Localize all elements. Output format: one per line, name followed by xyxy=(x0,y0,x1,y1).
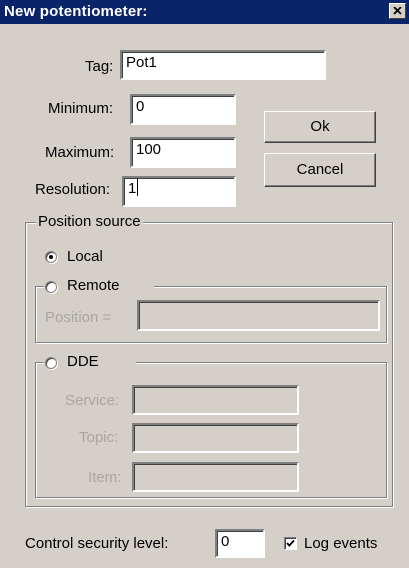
radio-selected-dot xyxy=(49,255,53,259)
dde-radio-label[interactable]: DDE xyxy=(67,353,99,371)
tag-input[interactable]: Pot1 xyxy=(120,50,326,80)
maximum-value: 100 xyxy=(136,141,162,158)
new-potentiometer-dialog: New potentiometer: Tag: Pot1 Minimum: 0 … xyxy=(0,0,409,568)
position-source-legend: Position source xyxy=(36,213,143,231)
resolution-label: Resolution: xyxy=(35,181,111,198)
position-input[interactable] xyxy=(137,300,380,331)
minimum-input[interactable]: 0 xyxy=(130,94,236,125)
maximum-input[interactable]: 100 xyxy=(130,137,236,168)
item-label: Item: xyxy=(88,469,122,486)
local-radio-label[interactable]: Local xyxy=(67,248,103,266)
maximum-label: Maximum: xyxy=(45,144,115,161)
minimum-label: Minimum: xyxy=(48,100,114,117)
position-label: Position = xyxy=(45,309,112,326)
topic-input[interactable] xyxy=(132,423,299,453)
security-level-label: Control security level: xyxy=(25,535,169,552)
minimum-value: 0 xyxy=(136,98,145,115)
service-label: Service: xyxy=(65,392,120,409)
cancel-button[interactable]: Cancel xyxy=(264,153,376,187)
resolution-value: 1 xyxy=(128,180,137,197)
dde-radio[interactable] xyxy=(45,357,57,369)
local-radio[interactable] xyxy=(45,251,57,263)
checkmark-icon xyxy=(286,539,295,547)
security-level-input[interactable]: 0 xyxy=(215,529,265,558)
log-events-checkbox[interactable] xyxy=(284,537,297,550)
tag-label: Tag: xyxy=(85,58,114,75)
text-caret xyxy=(137,179,139,196)
log-events-label[interactable]: Log events xyxy=(304,535,377,553)
topic-label: Topic: xyxy=(79,429,119,446)
tag-value: Pot1 xyxy=(126,54,157,71)
remote-radio[interactable] xyxy=(45,281,57,293)
ok-button[interactable]: Ok xyxy=(264,111,376,143)
close-button[interactable] xyxy=(389,3,406,19)
close-icon xyxy=(393,7,402,15)
remote-radio-label[interactable]: Remote xyxy=(67,277,120,295)
window-title: New potentiometer: xyxy=(4,3,148,20)
title-bar[interactable]: New potentiometer: xyxy=(0,0,409,24)
security-level-value: 0 xyxy=(221,533,230,550)
service-input[interactable] xyxy=(132,385,299,415)
resolution-input[interactable]: 1 xyxy=(122,176,236,207)
item-input[interactable] xyxy=(132,462,299,492)
